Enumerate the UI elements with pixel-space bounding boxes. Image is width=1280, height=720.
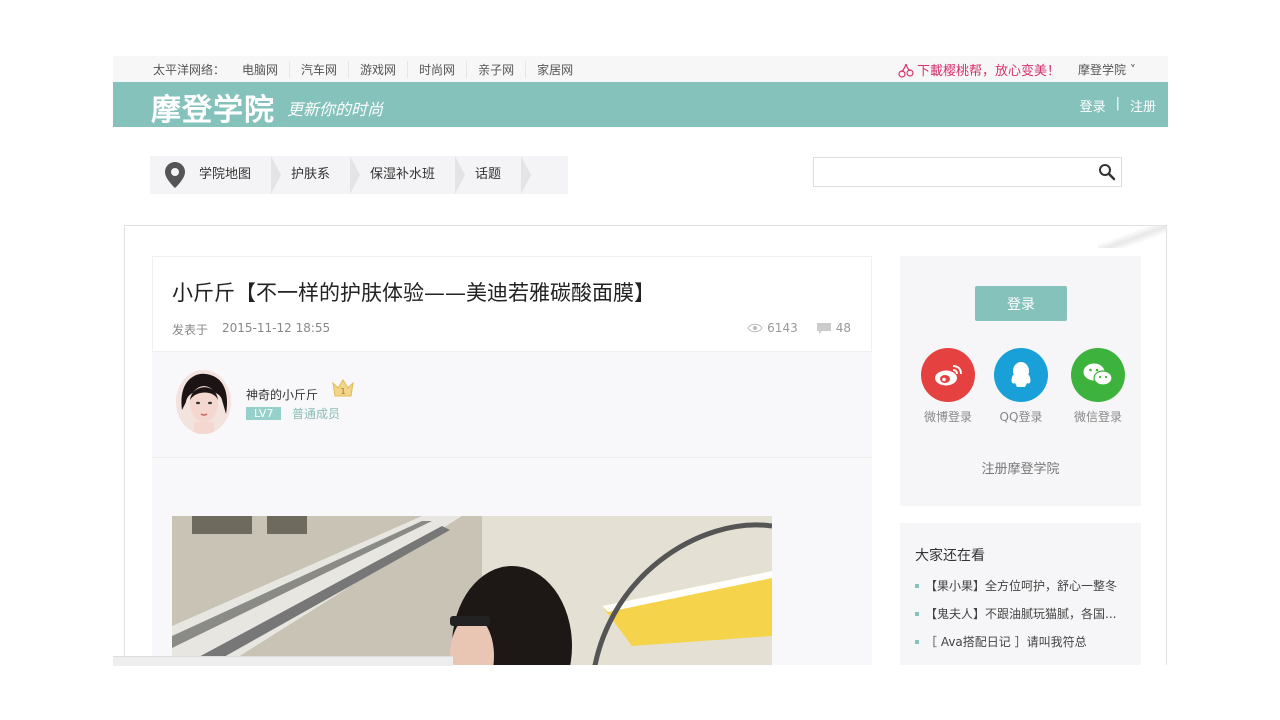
view-count: 6143	[747, 321, 798, 335]
article: 小斤斤【不一样的护肤体验——美迪若雅碳酸面膜】 发表于 2015-11-12 1…	[152, 256, 872, 665]
member-type: 普通成员	[292, 407, 341, 421]
network-label: 太平洋网络：	[153, 63, 226, 77]
view-count-value: 6143	[767, 321, 798, 335]
network-link-parenting[interactable]: 亲子网	[467, 61, 527, 78]
article-meta: 发表于 2015-11-12 18:55	[172, 321, 330, 338]
popular-title: 大家还在看	[915, 548, 985, 564]
site-logo[interactable]: 摩登学院	[151, 85, 275, 129]
breadcrumb-item-topic[interactable]: 话题	[465, 156, 532, 194]
article-photo-image	[172, 516, 772, 665]
site-slogan: 更新你的时尚	[287, 100, 384, 119]
author-info: 神奇的小斤斤 1 LV7 普通成员	[152, 352, 872, 458]
search-input[interactable]	[814, 158, 1084, 186]
popular-item[interactable]: 【果小果】全方位呵护，舒心一整冬	[915, 578, 1130, 606]
qq-icon	[994, 348, 1048, 402]
network-link-games[interactable]: 游戏网	[349, 61, 409, 78]
login-card: 登录 微博登录 QQ登录 微信登录 注册摩登学院	[900, 256, 1141, 506]
network-links: 电脑网 汽车网 游戏网 时尚网 亲子网 家居网	[231, 61, 584, 78]
breadcrumb-item-map[interactable]: 学院地图	[199, 156, 282, 194]
qq-login[interactable]: QQ登录	[986, 348, 1056, 425]
popular-item[interactable]: ［ Ava搭配日记 ］请叫我符总	[915, 634, 1130, 662]
weibo-login[interactable]: 微博登录	[913, 348, 983, 425]
popular-list: 【果小果】全方位呵护，舒心一整冬 【鬼夫人】不跟油腻玩猫腻，各国... ［ Av…	[915, 578, 1130, 662]
app-promo-link[interactable]: 下載樱桃帮，放心变美！	[898, 60, 1060, 79]
crown-number: 1	[340, 387, 345, 396]
register-link[interactable]: 注册	[1130, 96, 1156, 115]
wechat-icon	[1071, 348, 1125, 402]
article-header: 小斤斤【不一样的护肤体验——美迪若雅碳酸面膜】 发表于 2015-11-12 1…	[152, 256, 872, 352]
comment-count[interactable]: 48	[816, 321, 851, 335]
author-avatar[interactable]	[176, 370, 231, 434]
wechat-login-label: 微信登录	[1073, 410, 1122, 424]
sidebar-login-button[interactable]: 登录	[975, 286, 1067, 321]
network-link-pc[interactable]: 电脑网	[231, 61, 291, 78]
network-link-home[interactable]: 家居网	[526, 61, 584, 78]
network-link-auto[interactable]: 汽车网	[290, 61, 350, 78]
published-time: 2015-11-12 18:55	[222, 321, 331, 335]
weibo-login-label: 微博登录	[923, 410, 972, 424]
main-container: 小斤斤【不一样的护肤体验——美迪若雅碳酸面膜】 发表于 2015-11-12 1…	[124, 225, 1167, 665]
browser-status-bar	[113, 656, 453, 666]
weibo-icon	[921, 348, 975, 402]
level-badge: LV7	[246, 407, 282, 420]
comment-icon	[816, 322, 831, 334]
auth-links: 登录 | 注册	[1080, 96, 1156, 115]
map-pin-icon	[165, 162, 185, 188]
network-link-fashion[interactable]: 时尚网	[408, 61, 468, 78]
page-curl-decoration	[1098, 226, 1166, 248]
search-box	[813, 157, 1122, 187]
qq-login-label: QQ登录	[999, 410, 1043, 424]
comment-count-value: 48	[835, 321, 851, 335]
crown-icon: 1	[332, 379, 354, 397]
login-link[interactable]: 登录	[1080, 96, 1106, 115]
auth-separator: |	[1115, 96, 1120, 111]
author-name[interactable]: 神奇的小斤斤	[246, 386, 318, 403]
academy-dropdown[interactable]: 摩登学院 ˅	[1078, 61, 1136, 78]
avatar-portrait	[176, 370, 231, 434]
wechat-login[interactable]: 微信登录	[1063, 348, 1133, 425]
sidebar-register-link[interactable]: 注册摩登学院	[900, 458, 1141, 477]
article-stats: 6143 48	[747, 321, 851, 335]
breadcrumb-item-skincare[interactable]: 护肤系	[281, 156, 361, 194]
network-bar: 太平洋网络： 电脑网 汽车网 游戏网 时尚网 亲子网 家居网 下載樱桃帮，放心变…	[113, 56, 1168, 82]
article-photo	[172, 516, 772, 665]
eye-icon	[747, 323, 763, 333]
popular-articles: 大家还在看 【果小果】全方位呵护，舒心一整冬 【鬼夫人】不跟油腻玩猫腻，各国..…	[900, 523, 1141, 665]
page: { "network": { "label": "太平洋网络：", "links…	[0, 0, 1280, 720]
published-label: 发表于	[172, 323, 209, 337]
cherry-icon	[898, 63, 914, 78]
promo-text: 下載樱桃帮，放心变美！	[917, 64, 1061, 79]
breadcrumb-item-hydration[interactable]: 保湿补水班	[360, 156, 466, 194]
brand-header: 摩登学院 更新你的时尚 登录 | 注册	[113, 82, 1168, 129]
popular-item[interactable]: 【鬼夫人】不跟油腻玩猫腻，各国...	[915, 606, 1130, 634]
search-icon[interactable]	[1098, 163, 1116, 181]
article-title: 小斤斤【不一样的护肤体验——美迪若雅碳酸面膜】	[172, 281, 655, 305]
breadcrumb: 学院地图 护肤系 保湿补水班 话题	[150, 156, 568, 194]
